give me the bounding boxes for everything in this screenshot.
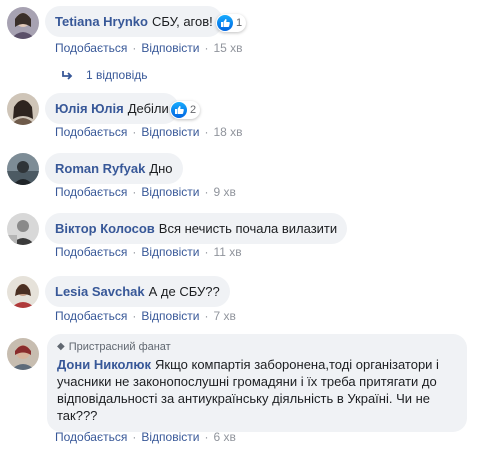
reply-link[interactable]: Відповісти — [141, 125, 199, 139]
reaction-count[interactable]: 2 — [170, 101, 201, 119]
timestamp[interactable]: 7 хв — [213, 309, 235, 323]
comment-bubble: Юлія Юлія Дебіли — [45, 93, 179, 124]
reply-link[interactable]: Відповісти — [141, 430, 199, 444]
like-link[interactable]: Подобається — [55, 185, 127, 199]
separator: · — [132, 41, 137, 55]
reaction-number: 2 — [190, 104, 197, 116]
reply-link[interactable]: Відповісти — [141, 185, 199, 199]
separator: · — [204, 245, 209, 259]
avatar[interactable] — [7, 276, 39, 308]
timestamp[interactable]: 15 хв — [213, 41, 242, 55]
reaction-count[interactable]: 1 — [216, 14, 247, 32]
comment-text: Дебіли — [127, 101, 169, 116]
separator: · — [132, 430, 137, 444]
like-link[interactable]: Подобається — [55, 125, 127, 139]
comment-actions: Подобається · Відповісти · 15 хв — [55, 41, 243, 55]
comment-author[interactable]: Віктор Колосов — [55, 221, 155, 236]
comment-bubble: Tetiana Hrynko СБУ, агов! — [45, 6, 223, 37]
comment-text: Дно — [149, 161, 173, 176]
thumbs-up-icon — [171, 102, 187, 118]
reply-arrow-icon — [62, 71, 73, 80]
comment-bubble: Lesia Savchak А де СБУ?? — [45, 276, 230, 307]
separator: · — [204, 185, 209, 199]
comment-actions: Подобається · Відповісти · 9 хв — [55, 185, 236, 199]
comment-actions: Подобається · Відповісти · 11 хв — [55, 245, 242, 259]
like-link[interactable]: Подобається — [55, 245, 127, 259]
comment-bubble: Roman Ryfyak Дно — [45, 153, 183, 184]
avatar[interactable] — [7, 153, 39, 185]
comment-bubble: ◆ Пристрасний фанат Дони Николюк Якщо ком… — [47, 334, 467, 432]
timestamp[interactable]: 11 хв — [213, 245, 241, 259]
fan-badge[interactable]: ◆ Пристрасний фанат — [57, 340, 455, 354]
comment-actions: Подобається · Відповісти · 18 хв — [55, 125, 243, 139]
comment-author[interactable]: Lesia Savchak — [55, 284, 145, 299]
like-link[interactable]: Подобається — [55, 430, 127, 444]
fan-badge-label: Пристрасний фанат — [68, 341, 171, 353]
avatar[interactable] — [7, 213, 39, 245]
comment-author[interactable]: Юлія Юлія — [55, 101, 124, 116]
separator: · — [204, 41, 209, 55]
view-replies-link[interactable]: 1 відповідь — [62, 68, 148, 82]
reply-link[interactable]: Відповісти — [141, 41, 199, 55]
replies-count[interactable]: 1 відповідь — [86, 68, 148, 82]
thumbs-up-icon — [217, 15, 233, 31]
like-link[interactable]: Подобається — [55, 309, 127, 323]
like-link[interactable]: Подобається — [55, 41, 127, 55]
comment-text: СБУ, агов! — [151, 14, 213, 29]
separator: · — [204, 309, 209, 323]
separator: · — [204, 430, 209, 444]
separator: · — [204, 125, 209, 139]
reply-link[interactable]: Відповісти — [141, 309, 199, 323]
avatar[interactable] — [7, 93, 39, 125]
reaction-number: 1 — [236, 17, 243, 29]
comment-text: А де СБУ?? — [148, 284, 220, 299]
avatar[interactable] — [7, 7, 39, 39]
timestamp[interactable]: 9 хв — [213, 185, 235, 199]
diamond-icon: ◆ — [57, 341, 65, 352]
separator: · — [132, 245, 137, 259]
comment-author[interactable]: Дони Николюк — [57, 357, 151, 372]
avatar[interactable] — [7, 338, 39, 370]
separator: · — [132, 309, 137, 323]
comment-actions: Подобається · Відповісти · 6 хв — [55, 430, 236, 444]
comment-bubble: Віктор Колосов Вся нечисть почала вилазит… — [45, 213, 348, 244]
separator: · — [132, 125, 137, 139]
comment-author[interactable]: Tetiana Hrynko — [55, 14, 148, 29]
comment-author[interactable]: Roman Ryfyak — [55, 161, 145, 176]
separator: · — [132, 185, 137, 199]
timestamp[interactable]: 6 хв — [213, 430, 235, 444]
timestamp[interactable]: 18 хв — [213, 125, 242, 139]
reply-link[interactable]: Відповісти — [141, 245, 199, 259]
comment-actions: Подобається · Відповісти · 7 хв — [55, 309, 236, 323]
comment-text: Вся нечисть почала вилазити — [158, 221, 338, 236]
